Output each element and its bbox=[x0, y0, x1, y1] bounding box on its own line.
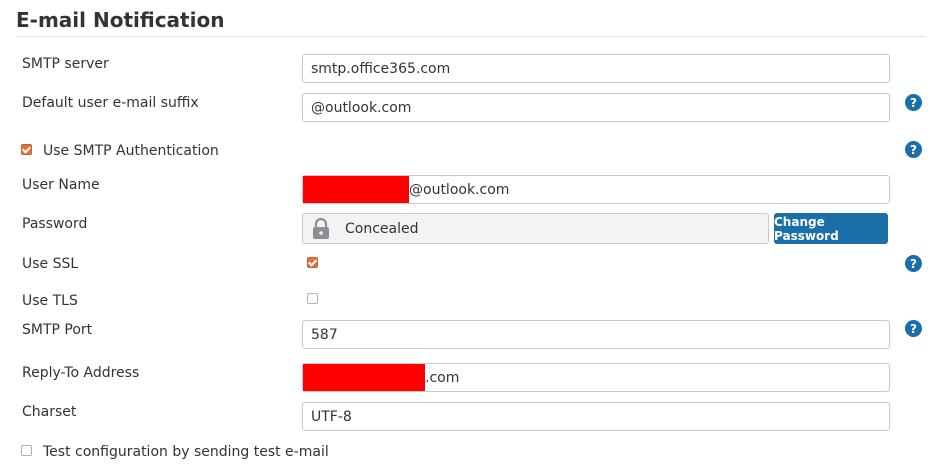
password-value: Concealed bbox=[345, 220, 419, 237]
lock-icon bbox=[303, 217, 339, 240]
default-suffix-value: @outlook.com bbox=[311, 99, 412, 116]
help-icon[interactable]: ? bbox=[905, 94, 922, 111]
password-label: Password bbox=[22, 216, 88, 232]
test-config-label: Test configuration by sending test e-mai… bbox=[43, 444, 329, 460]
user-name-input[interactable]: @outlook.com bbox=[302, 175, 890, 204]
charset-label: Charset bbox=[22, 404, 77, 420]
smtp-server-label: SMTP server bbox=[22, 56, 109, 72]
user-name-label: User Name bbox=[22, 177, 100, 193]
section-title: E-mail Notification bbox=[16, 8, 225, 32]
use-ssl-checkbox[interactable] bbox=[307, 257, 318, 268]
help-icon[interactable]: ? bbox=[905, 320, 922, 337]
smtp-server-value: smtp.office365.com bbox=[311, 60, 451, 77]
test-config-checkbox[interactable] bbox=[21, 445, 32, 456]
reply-to-input[interactable]: .com bbox=[302, 363, 890, 392]
reply-to-label: Reply-To Address bbox=[22, 365, 140, 381]
redacted-block bbox=[303, 176, 409, 203]
use-smtp-auth-label: Use SMTP Authentication bbox=[43, 143, 219, 159]
charset-input[interactable]: UTF-8 bbox=[302, 402, 890, 431]
password-field: Concealed bbox=[302, 213, 769, 244]
reply-to-suffix: .com bbox=[425, 369, 460, 386]
redacted-block bbox=[303, 364, 425, 391]
default-suffix-input[interactable]: @outlook.com bbox=[302, 93, 890, 122]
use-tls-label: Use TLS bbox=[22, 293, 78, 309]
section-divider bbox=[16, 36, 926, 37]
charset-value: UTF-8 bbox=[311, 408, 352, 425]
help-icon[interactable]: ? bbox=[905, 255, 922, 272]
use-smtp-auth-checkbox[interactable] bbox=[21, 144, 32, 155]
default-suffix-label: Default user e-mail suffix bbox=[22, 95, 199, 111]
use-tls-checkbox[interactable] bbox=[307, 293, 318, 304]
use-ssl-label: Use SSL bbox=[22, 256, 79, 272]
help-icon[interactable]: ? bbox=[905, 141, 922, 158]
change-password-button[interactable]: Change Password bbox=[774, 213, 888, 244]
user-name-suffix: @outlook.com bbox=[409, 181, 510, 198]
smtp-port-value: 587 bbox=[311, 326, 338, 343]
smtp-server-input[interactable]: smtp.office365.com bbox=[302, 54, 890, 83]
smtp-port-label: SMTP Port bbox=[22, 322, 93, 338]
smtp-port-input[interactable]: 587 bbox=[302, 320, 890, 349]
